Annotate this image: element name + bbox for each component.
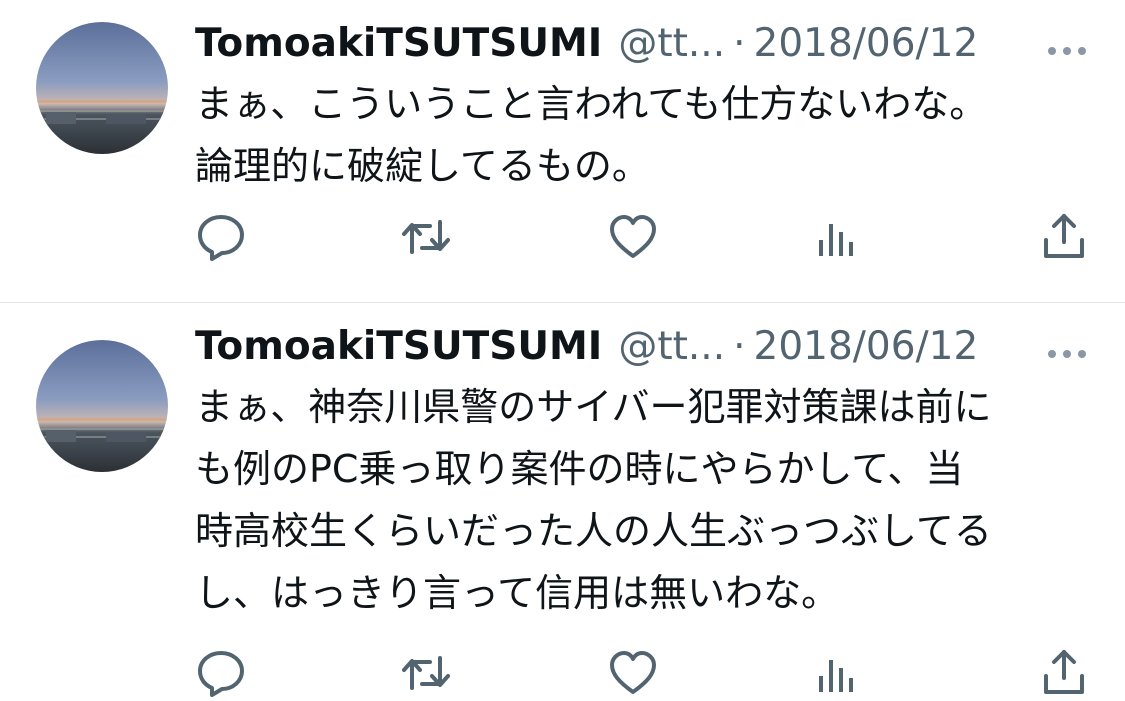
- tweet-text: まぁ、こういうこと言われても仕方ないわな。 論理的に破綻してるもの。: [195, 82, 988, 188]
- views-icon[interactable]: [812, 212, 864, 262]
- handle[interactable]: @tt...: [618, 324, 725, 369]
- tweet-text: まぁ、神奈川県警のサイバー犯罪対策課は前に も例のPC乗っ取り案件の時にやらかし…: [195, 385, 992, 615]
- separator-dot: ·: [733, 20, 746, 66]
- retweet-icon[interactable]: [400, 212, 452, 262]
- tweet-date[interactable]: 2018/06/12: [754, 21, 979, 66]
- separator-dot: ·: [733, 323, 746, 369]
- more-options-icon[interactable]: [1044, 24, 1090, 55]
- retweet-icon[interactable]: [400, 648, 452, 698]
- tweet[interactable]: TomoakiTSUTSUMI @tt... · 2018/06/12 まぁ、神…: [0, 303, 1125, 701]
- like-icon[interactable]: [607, 648, 659, 698]
- share-icon[interactable]: [1038, 648, 1090, 698]
- avatar[interactable]: [36, 22, 168, 154]
- more-options-icon[interactable]: [1044, 327, 1090, 358]
- like-icon[interactable]: [607, 212, 659, 262]
- share-icon[interactable]: [1038, 212, 1090, 262]
- tweet-actions: [195, 648, 1090, 698]
- tweet-header: TomoakiTSUTSUMI @tt... · 2018/06/12: [195, 321, 1090, 371]
- reply-icon[interactable]: [195, 212, 247, 262]
- avatar[interactable]: [36, 340, 168, 472]
- views-icon[interactable]: [812, 648, 864, 698]
- reply-icon[interactable]: [195, 648, 247, 698]
- display-name[interactable]: TomoakiTSUTSUMI: [195, 324, 602, 369]
- tweet-header: TomoakiTSUTSUMI @tt... · 2018/06/12: [195, 18, 1090, 68]
- avatar-image: [36, 340, 168, 472]
- tweet[interactable]: TomoakiTSUTSUMI @tt... · 2018/06/12 まぁ、こ…: [0, 0, 1125, 302]
- avatar-image: [36, 22, 168, 154]
- display-name[interactable]: TomoakiTSUTSUMI: [195, 21, 602, 66]
- tweet-date[interactable]: 2018/06/12: [754, 324, 979, 369]
- tweet-actions: [195, 212, 1090, 262]
- handle[interactable]: @tt...: [618, 21, 725, 66]
